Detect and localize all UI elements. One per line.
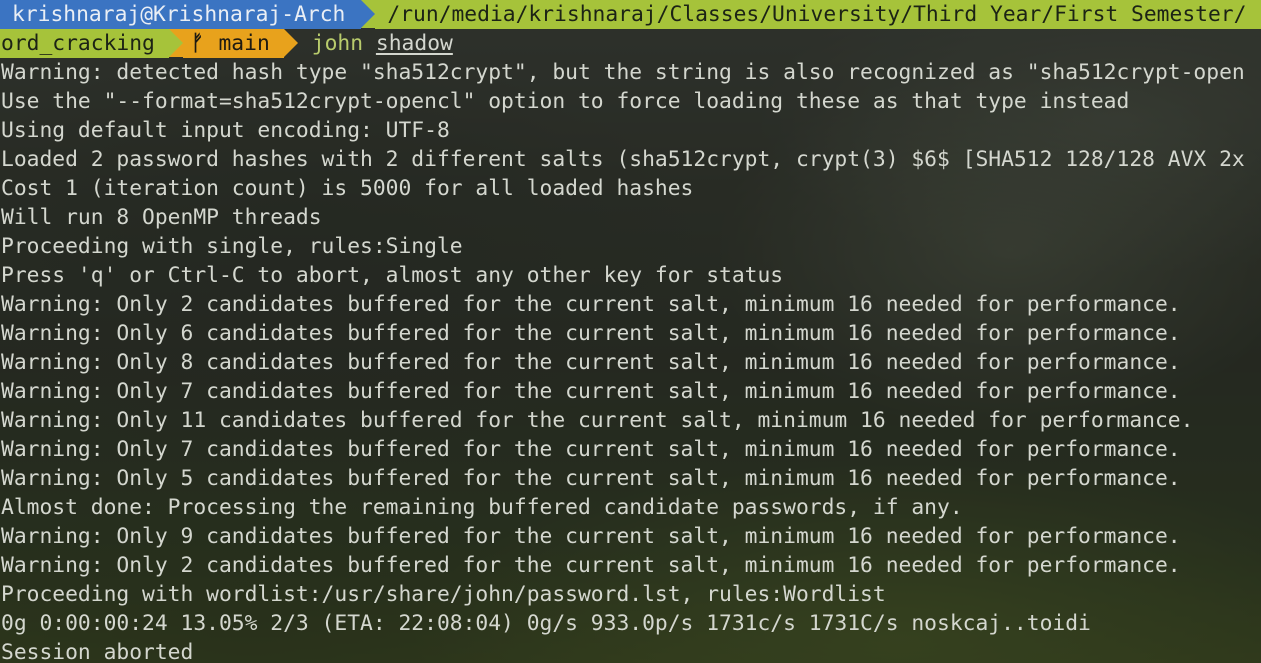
- output-line: Proceeding with single, rules:Single: [1, 234, 463, 259]
- powerline-separator-icon: [361, 0, 376, 28]
- git-branch-name: main: [218, 31, 270, 56]
- output-line: Warning: Only 7 candidates buffered for …: [1, 379, 1181, 404]
- output-line: Session aborted: [1, 640, 194, 663]
- command-line[interactable]: john shadow: [298, 29, 453, 58]
- output-line: Warning: Only 2 candidates buffered for …: [1, 553, 1181, 578]
- output-line: Proceeding with wordlist:/usr/share/john…: [1, 582, 886, 607]
- output-line: Loaded 2 password hashes with 2 differen…: [1, 147, 1245, 172]
- prompt-user-host: krishnaraj@Krishnaraj-Arch: [0, 0, 362, 29]
- output-line: Warning: Only 6 candidates buffered for …: [1, 321, 1181, 346]
- prompt-line-2: ord_cracking ᚠ main john shadow: [0, 29, 1261, 58]
- powerline-separator-icon: [168, 29, 183, 57]
- output-line: Use the "--format=sha512crypt-opencl" op…: [1, 89, 1130, 114]
- output-line: Warning: Only 2 candidates buffered for …: [1, 292, 1181, 317]
- output-line: Almost done: Processing the remaining bu…: [1, 495, 963, 520]
- output-line: Warning: Only 7 candidates buffered for …: [1, 437, 1181, 462]
- prompt-path: /run/media/krishnaraj/Classes/University…: [375, 0, 1261, 29]
- output-line: Warning: Only 11 candidates buffered for…: [1, 408, 1194, 433]
- output-line: Warning: detected hash type "sha512crypt…: [1, 60, 1245, 85]
- output-line: Press 'q' or Ctrl-C to abort, almost any…: [1, 263, 784, 288]
- prompt-line-1: krishnaraj@Krishnaraj-Arch /run/media/kr…: [0, 0, 1261, 29]
- command-argument: shadow: [375, 31, 453, 56]
- status-line: 0g 0:00:00:24 13.05% 2/3 (ETA: 22:08:04)…: [1, 611, 1091, 636]
- git-branch-segment: ᚠ main: [182, 29, 284, 58]
- output-line: Using default input encoding: UTF-8: [1, 118, 450, 143]
- output-line: Cost 1 (iteration count) is 5000 for all…: [1, 176, 694, 201]
- output-line: Warning: Only 5 candidates buffered for …: [1, 466, 1181, 491]
- powerline-separator-icon: [283, 29, 298, 57]
- terminal-output: Warning: detected hash type "sha512crypt…: [0, 58, 1261, 663]
- git-branch-icon: ᚠ: [190, 31, 204, 56]
- prompt-path-continued: ord_cracking: [0, 29, 169, 58]
- command-name: john: [311, 31, 364, 56]
- terminal-window[interactable]: krishnaraj@Krishnaraj-Arch /run/media/kr…: [0, 0, 1261, 663]
- output-line: Warning: Only 8 candidates buffered for …: [1, 350, 1181, 375]
- output-line: Will run 8 OpenMP threads: [1, 205, 322, 230]
- output-line: Warning: Only 9 candidates buffered for …: [1, 524, 1181, 549]
